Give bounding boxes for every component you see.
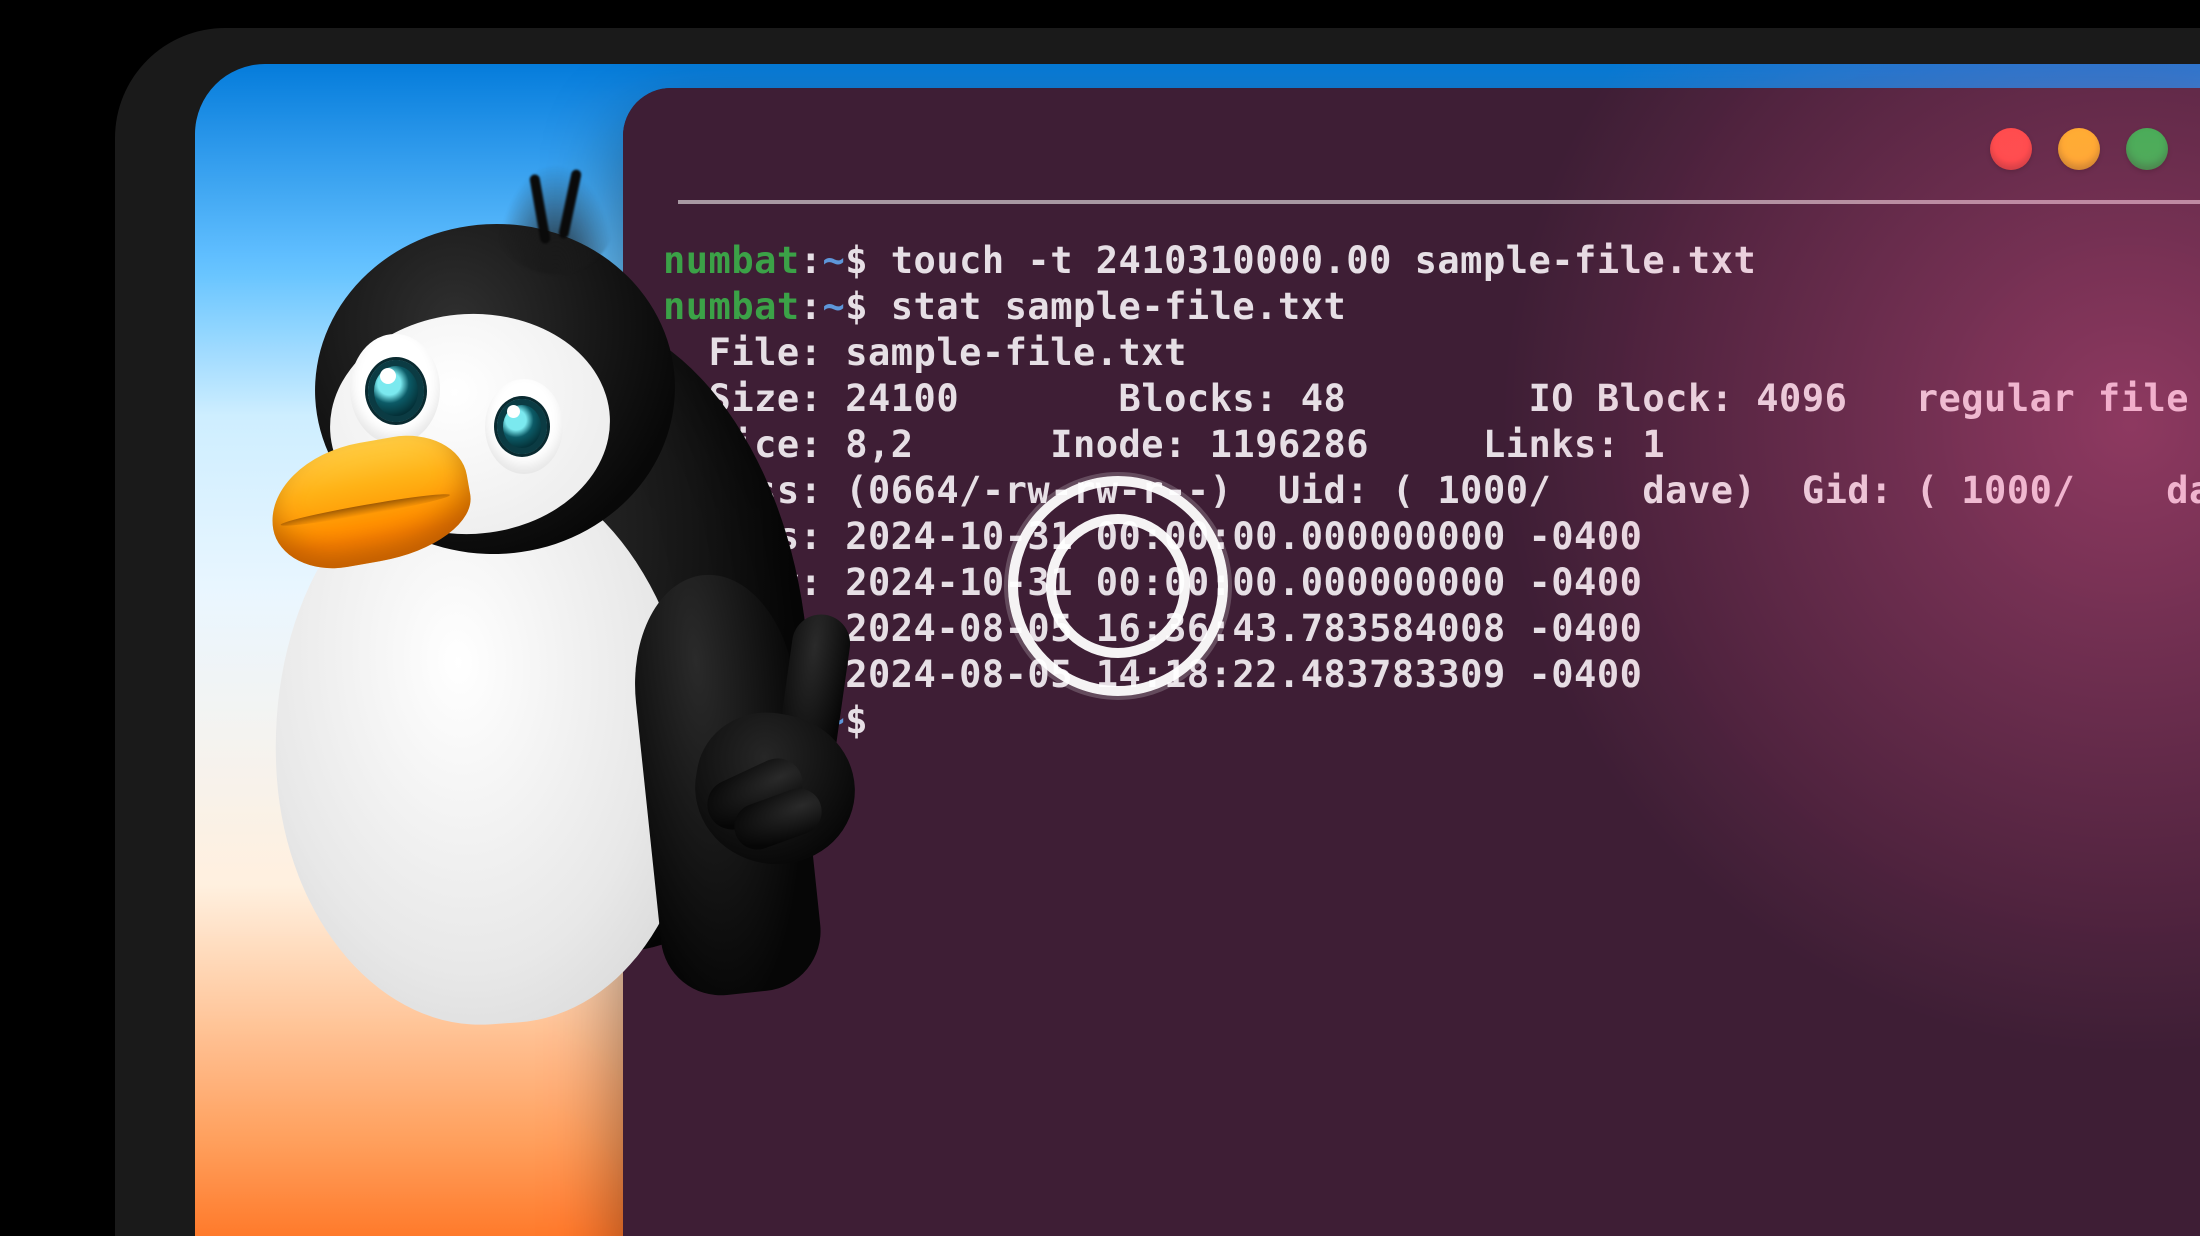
prompt-symbol: $ — [845, 699, 868, 742]
stat-change-time-label: Change: — [663, 607, 845, 650]
stat-type-value: regular file — [1916, 377, 2189, 420]
stat-ioblock-value: 4096 — [1756, 377, 1847, 420]
stat-uid-label: Uid: — [1232, 469, 1391, 512]
device-screen: numbat:~$ touch -t 2410310000.00 sample-… — [195, 64, 2200, 1236]
stat-change-time-value: 2024-08-05 16:36:43.783584008 -0400 — [845, 607, 1642, 650]
stat-links-value: 1 — [1642, 423, 1665, 466]
stat-gid-value: ( 1000/ dave) — [1916, 469, 2200, 512]
terminal-window: numbat:~$ touch -t 2410310000.00 sample-… — [623, 88, 2200, 1236]
stat-modify-time-value: 2024-10-31 00:00:00.000000000 -0400 — [845, 561, 1642, 604]
stat-device-label: Device: — [663, 423, 845, 466]
stat-file-label: File: — [663, 331, 845, 374]
command-stat: stat sample-file.txt — [891, 285, 1347, 328]
stat-access-perms-label: Access: — [663, 469, 845, 512]
stat-birth-time-value: 2024-08-05 14:18:22.483783309 -0400 — [845, 653, 1642, 696]
terminal-output[interactable]: numbat:~$ touch -t 2410310000.00 sample-… — [653, 238, 2200, 1236]
close-icon[interactable] — [1990, 128, 2032, 170]
minimize-icon[interactable] — [2058, 128, 2100, 170]
device-frame: numbat:~$ touch -t 2410310000.00 sample-… — [115, 28, 2200, 1236]
prompt-sep: : — [800, 699, 823, 742]
stat-modify-time-label: Modify: — [663, 561, 845, 604]
prompt-sep: : — [800, 285, 823, 328]
stat-size-label: Size: — [663, 377, 845, 420]
stat-inode-label: Inode: — [914, 423, 1210, 466]
prompt-path: ~ — [822, 699, 845, 742]
stat-ioblock-label: IO Block: — [1346, 377, 1756, 420]
window-controls — [1990, 128, 2168, 170]
stat-access-perms-value: (0664/-rw-rw-r--) — [845, 469, 1232, 512]
stat-uid-value: ( 1000/ dave) — [1392, 469, 1756, 512]
titlebar-divider — [678, 200, 2200, 204]
prompt-symbol: $ — [845, 285, 868, 328]
stat-blocks-value: 48 — [1301, 377, 1347, 420]
prompt-symbol: $ — [845, 239, 868, 282]
stat-gid-label: Gid: — [1756, 469, 1915, 512]
stat-access-time-value: 2024-10-31 00:00:00.000000000 -0400 — [845, 515, 1642, 558]
maximize-icon[interactable] — [2126, 128, 2168, 170]
prompt-sep: : — [800, 239, 823, 282]
stat-inode-value: 1196286 — [1210, 423, 1369, 466]
stat-file-value: sample-file.txt — [845, 331, 1187, 374]
stat-type-pad — [1847, 377, 1915, 420]
stat-access-time-label: Access: — [663, 515, 845, 558]
terminal-titlebar — [623, 88, 2200, 202]
stat-size-value: 24100 — [845, 377, 959, 420]
stat-links-label: Links: — [1369, 423, 1642, 466]
prompt-host: numbat — [663, 239, 800, 282]
stat-device-value: 8,2 — [845, 423, 913, 466]
prompt-host: numbat — [663, 699, 800, 742]
command-touch: touch -t 2410310000.00 sample-file.txt — [891, 239, 1756, 282]
prompt-path: ~ — [822, 285, 845, 328]
stat-birth-time-label: Birth: — [663, 653, 845, 696]
prompt-path: ~ — [822, 239, 845, 282]
prompt-host: numbat — [663, 285, 800, 328]
stat-blocks-label: Blocks: — [959, 377, 1301, 420]
